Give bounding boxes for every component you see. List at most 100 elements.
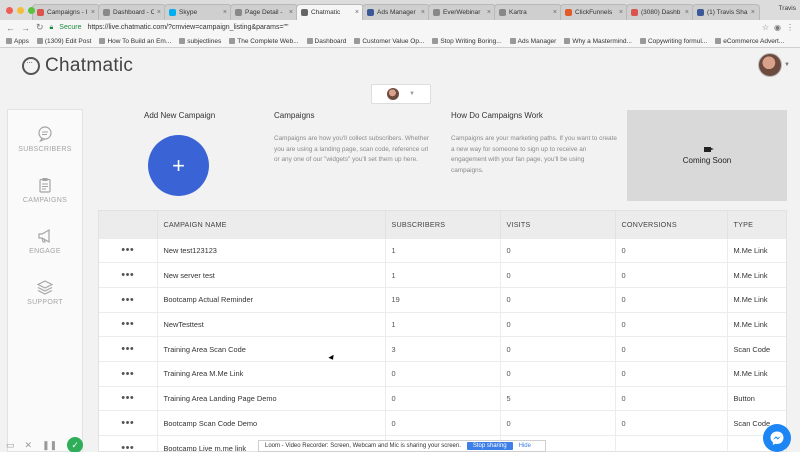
browser-tab[interactable]: Kartra × (494, 4, 562, 20)
bookmark-item[interactable]: Apps (6, 38, 29, 45)
browser-tab[interactable]: Dashboard - C × (98, 4, 166, 20)
campaign-name-cell[interactable]: Bootcamp Scan Code Demo (157, 410, 386, 436)
browser-tab[interactable]: (1) Travis Sha × (692, 4, 760, 20)
close-window-button[interactable] (6, 7, 13, 14)
bookmark-item[interactable]: subjectlines (179, 38, 221, 45)
table-row[interactable]: ••• Bootcamp Scan Code Demo 0 0 0 Scan Code (99, 410, 786, 436)
column-header-type[interactable]: TYPE (727, 211, 786, 238)
browser-tab[interactable]: EverWebinar × (428, 4, 496, 20)
bookmark-item[interactable]: The Complete Web... (229, 38, 299, 45)
close-icon[interactable]: ✕ (25, 440, 33, 451)
close-tab-icon[interactable]: × (157, 9, 161, 16)
browser-tab[interactable]: Chatmatic × (296, 4, 364, 20)
browser-tab[interactable]: Campaigns - I × (32, 4, 100, 20)
bookmark-icon (564, 38, 571, 44)
sidebar-item-subscribers[interactable]: SUBSCRIBERS (8, 114, 82, 165)
column-header-visits[interactable]: VISITS (500, 211, 616, 238)
campaign-name-cell[interactable]: NewTesttest (157, 311, 386, 337)
table-row[interactable]: ••• New test123123 1 0 0 M.Me Link (99, 237, 786, 263)
row-menu-button[interactable]: ••• (99, 286, 158, 313)
table-row[interactable]: ••• Bootcamp Actual Reminder 19 0 0 M.Me Link (99, 286, 786, 313)
bookmark-item[interactable]: How To Build an Em... (99, 38, 171, 45)
close-tab-icon[interactable]: × (487, 9, 491, 16)
sidebar: SUBSCRIBERS CAMPAIGNS ENGAGE SUPPORT (7, 109, 83, 452)
checkmark-icon[interactable]: ✓ (67, 437, 84, 452)
back-arrow-icon[interactable]: ← (6, 23, 15, 33)
campaign-name-cell[interactable]: Bootcamp Actual Reminder (157, 286, 386, 313)
extension-icon[interactable]: ◉ (774, 23, 781, 32)
campaign-name-cell[interactable]: New test123123 (157, 237, 386, 263)
stop-sharing-button[interactable]: Stop sharing (466, 442, 513, 450)
sidebar-item-engage[interactable]: ENGAGE (8, 216, 82, 267)
row-menu-button[interactable]: ••• (99, 410, 158, 436)
table-row[interactable]: ••• Training Area Scan Code 3 0 0 Scan Code (99, 336, 786, 362)
row-menu-button[interactable]: ••• (99, 385, 158, 411)
favicon-icon (235, 9, 242, 16)
bookmark-item[interactable]: Dashboard (306, 38, 346, 45)
close-tab-icon[interactable]: × (619, 9, 623, 16)
row-menu-button[interactable]: ••• (99, 262, 158, 288)
tab-overflow-label[interactable]: Travis (779, 5, 796, 12)
campaign-name-cell[interactable]: Training Area Scan Code (157, 336, 386, 362)
bookmark-item[interactable]: (1309) Edit Post (36, 38, 91, 45)
browser-tab[interactable]: Page Detail - × (230, 4, 298, 20)
close-tab-icon[interactable]: × (223, 9, 227, 16)
browser-tab[interactable]: Skype × (164, 4, 232, 20)
type-cell: M.Me Link (727, 286, 786, 313)
subscribers-cell: 1 (385, 237, 501, 263)
column-header-subscribers[interactable]: SUBSCRIBERS (385, 211, 501, 238)
campaign-name-cell[interactable]: Training Area Landing Page Demo (157, 385, 386, 411)
close-tab-icon[interactable]: × (751, 9, 755, 16)
close-tab-icon[interactable]: × (685, 9, 689, 16)
bookmark-item[interactable]: Why a Mastermind... (564, 38, 632, 45)
row-menu-button[interactable]: ••• (99, 336, 158, 362)
table-row[interactable]: ••• Training Area Landing Page Demo 0 5 0 But… (99, 385, 786, 411)
visits-cell: 0 (500, 410, 616, 436)
minimize-window-button[interactable] (17, 7, 24, 14)
messenger-chat-button[interactable] (763, 424, 791, 452)
hide-link[interactable]: Hide (519, 443, 531, 449)
campaign-name-cell[interactable]: New server test (157, 262, 386, 288)
reload-icon[interactable]: ↻ (36, 22, 44, 33)
close-tab-icon[interactable]: × (289, 9, 293, 16)
user-avatar[interactable] (758, 53, 782, 77)
close-tab-icon[interactable]: × (355, 9, 359, 16)
table-row[interactable]: ••• Training Area M.Me Link 0 0 0 M.Me Link (99, 360, 786, 387)
add-campaign-button[interactable]: + (148, 135, 209, 196)
close-tab-icon[interactable]: × (553, 9, 557, 16)
zoom-window-button[interactable] (28, 7, 35, 14)
sidebar-item-support[interactable]: SUPPORT (8, 267, 82, 318)
bookmark-item[interactable]: Stop Writing Boring... (432, 38, 502, 45)
row-menu-button[interactable]: ••• (99, 360, 158, 387)
close-tab-icon[interactable]: × (91, 9, 95, 16)
column-header-campaign-name[interactable]: CAMPAIGN NAME (157, 211, 386, 238)
star-icon[interactable]: ☆ (762, 23, 769, 32)
bookmark-item[interactable]: Ads Manager (509, 38, 556, 45)
bookmark-item[interactable]: Copywriting formul... (639, 38, 707, 45)
forward-arrow-icon[interactable]: → (21, 23, 30, 33)
table-row[interactable]: ••• New server test 1 0 0 M.Me Link (99, 262, 786, 288)
browser-tab[interactable]: (3080) Dashb × (626, 4, 694, 20)
page-switcher[interactable]: ▼ (371, 84, 431, 104)
table-row[interactable]: ••• NewTesttest 1 0 0 M.Me Link (99, 311, 786, 337)
pause-icon[interactable]: ❚❚ (42, 440, 57, 451)
browser-tab[interactable]: Ads Manager × (362, 4, 430, 20)
sidebar-item-campaigns[interactable]: CAMPAIGNS (8, 165, 82, 216)
bookmark-item[interactable]: Customer Value Op... (354, 38, 424, 45)
column-header-conversions[interactable]: CONVERSIONS (615, 211, 728, 238)
browser-tab-bar: Campaigns - I × Dashboard - C × Skype × Page D… (0, 0, 800, 20)
menu-dots-icon[interactable]: ⋮ (786, 23, 794, 32)
row-menu-button[interactable]: ••• (99, 237, 158, 263)
chevron-down-icon[interactable]: ▼ (784, 62, 790, 68)
bookmark-item[interactable]: eCommerce Advert... (715, 38, 784, 45)
chatmatic-logo[interactable]: Chatmatic (22, 55, 133, 77)
row-menu-button[interactable]: ••• (99, 435, 158, 451)
campaign-name-cell[interactable]: Training Area M.Me Link (157, 360, 386, 387)
row-menu-button[interactable]: ••• (99, 311, 158, 337)
camera-icon[interactable]: ▭ (6, 440, 15, 451)
tab-label: ClickFunnels (575, 9, 613, 16)
browser-tab[interactable]: ClickFunnels × (560, 4, 628, 20)
close-tab-icon[interactable]: × (421, 9, 425, 16)
video-placeholder[interactable]: Coming Soon (627, 110, 787, 201)
url-input[interactable]: https://live.chatmatic.com/?cmview=campa… (87, 24, 288, 31)
